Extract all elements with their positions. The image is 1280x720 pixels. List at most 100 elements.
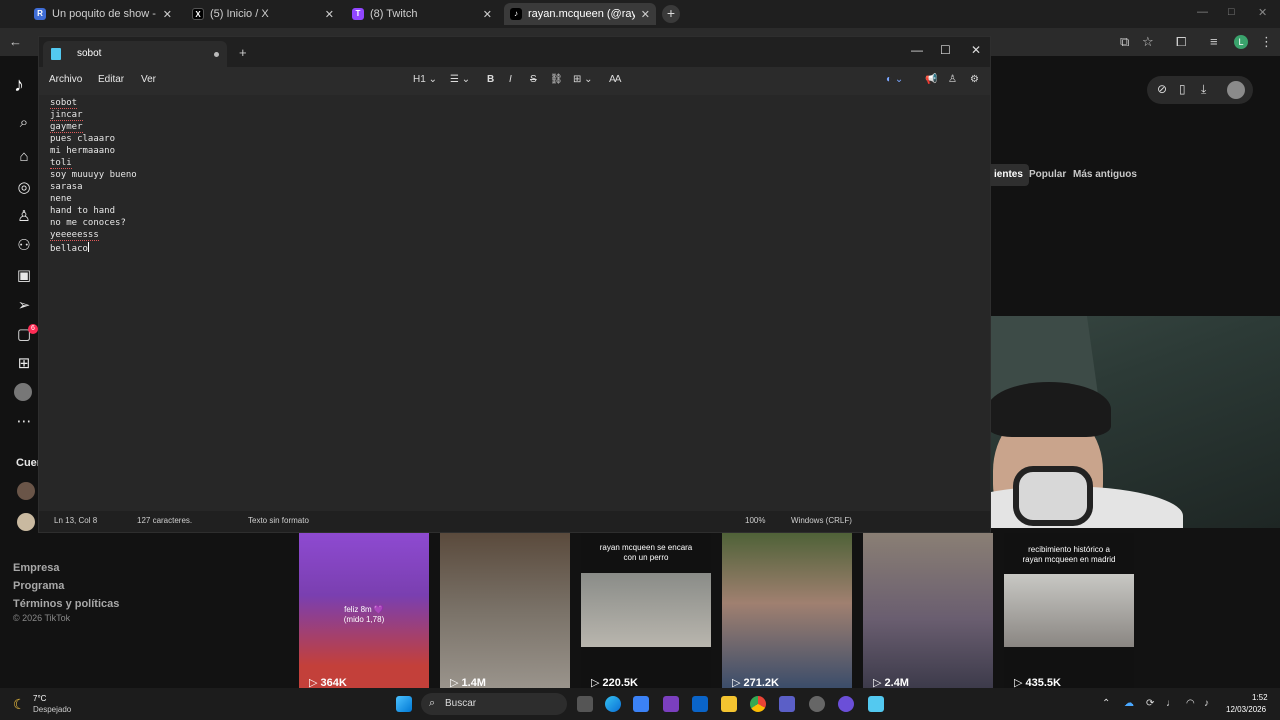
close-tab-icon[interactable]: ✕ <box>483 8 492 21</box>
user-avatar[interactable] <box>1227 81 1245 99</box>
home-icon[interactable]: ⌂ <box>14 148 34 168</box>
edge-icon[interactable] <box>605 696 621 712</box>
video-thumbnail[interactable]: feliz 8m 💜 (mido 1,78) ▷ 364K <box>299 533 429 689</box>
live-icon[interactable]: ▣ <box>14 266 34 286</box>
reading-list-icon[interactable]: ≡ <box>1210 34 1218 49</box>
footer-link-program[interactable]: Programa <box>13 580 64 592</box>
device-icon[interactable]: ▯ <box>1179 82 1186 96</box>
link-icon[interactable]: ⛓ <box>550 74 563 85</box>
notepad-tab[interactable]: sobot <box>43 41 227 67</box>
announcement-icon[interactable]: 📢 <box>925 74 937 85</box>
weather-desc[interactable]: Despejado <box>33 705 71 714</box>
upload-icon[interactable]: ⊞ <box>14 354 34 374</box>
text-format[interactable]: Texto sin formato <box>248 516 309 525</box>
menu-archivo[interactable]: Archivo <box>49 74 82 85</box>
video-thumbnail[interactable]: ▷ 2.4M <box>863 533 993 689</box>
tiktok-logo-icon[interactable]: ♪ <box>14 74 24 97</box>
settings-gear-icon[interactable]: ⚙ <box>970 74 979 85</box>
explore-icon[interactable]: ◎ <box>14 178 34 198</box>
volume-icon[interactable]: ♪ <box>1204 698 1209 709</box>
visual-studio-icon[interactable] <box>663 696 679 712</box>
video-thumbnail[interactable]: rayan mcqueen se encara con un perro ▷ 2… <box>581 533 711 689</box>
maximize-icon[interactable]: ☐ <box>940 43 951 57</box>
sort-option-popular[interactable]: Popular <box>1023 164 1072 186</box>
messages-icon[interactable]: ➢ <box>14 296 34 316</box>
maximize-icon[interactable]: □ <box>1228 6 1235 18</box>
browser-tab-twitch[interactable]: T (8) Twitch ✕ <box>346 3 498 25</box>
chrome-icon[interactable] <box>750 696 766 712</box>
footer-link-terms[interactable]: Términos y políticas <box>13 598 119 610</box>
weather-moon-icon[interactable]: ☾ <box>13 696 26 713</box>
notepad-statusbar: Ln 13, Col 8 127 caracteres. Texto sin f… <box>39 511 990 532</box>
heading-selector[interactable]: H1 ⌄ <box>413 74 437 85</box>
coins-icon[interactable]: ⊘ <box>1157 82 1167 96</box>
account-avatar[interactable] <box>17 482 35 500</box>
new-tab-button[interactable]: + <box>662 5 680 23</box>
browser-tab-restream[interactable]: R Un poquito de show - Restrean ✕ <box>28 3 178 25</box>
copilot-icon[interactable]: ◐ ⌄ <box>886 74 903 85</box>
minimize-icon[interactable]: — <box>1197 6 1208 18</box>
back-icon[interactable]: ← <box>9 34 22 49</box>
teams-icon[interactable] <box>779 696 795 712</box>
profile-avatar[interactable]: L <box>1234 35 1248 49</box>
taskbar-search[interactable]: ⌕ Buscar <box>421 693 567 715</box>
text-line: sarasa <box>50 182 83 192</box>
download-icon[interactable]: ⤓ <box>1201 82 1206 97</box>
video-thumbnail[interactable]: ▷ 1.4M <box>440 533 570 689</box>
italic-icon[interactable]: I <box>509 74 512 85</box>
close-tab-icon[interactable]: ✕ <box>325 8 334 21</box>
table-icon[interactable]: ⊞ ⌄ <box>573 74 593 85</box>
account-avatar[interactable] <box>17 513 35 531</box>
close-tab-icon[interactable]: ✕ <box>163 8 172 21</box>
app-icon[interactable] <box>809 696 825 712</box>
line-ending[interactable]: Windows (CRLF) <box>791 516 852 525</box>
outlook-icon[interactable] <box>692 696 708 712</box>
notepad-taskbar-icon[interactable] <box>868 696 884 712</box>
notepad-titlebar: sobot + — ☐ ✕ <box>39 37 990 67</box>
browser-tab-x[interactable]: X (5) Inicio / X ✕ <box>186 3 340 25</box>
file-explorer-icon[interactable] <box>721 696 737 712</box>
store-icon[interactable] <box>633 696 649 712</box>
weather-temp[interactable]: 7°C <box>33 694 46 703</box>
bold-icon[interactable]: B <box>487 74 494 85</box>
extensions-icon[interactable]: ⧠ <box>1176 34 1186 50</box>
task-view-icon[interactable] <box>577 696 593 712</box>
microphone-icon[interactable]: ♩ <box>1166 698 1176 709</box>
network-icon[interactable]: ◠ <box>1186 698 1195 709</box>
close-window-icon[interactable]: ✕ <box>1258 6 1267 19</box>
sort-option-oldest[interactable]: Más antiguos <box>1067 164 1143 186</box>
minimize-icon[interactable]: — <box>911 43 923 57</box>
notepad-new-tab-button[interactable]: + <box>239 45 247 60</box>
clear-format-icon[interactable]: Ꜳ <box>609 74 622 85</box>
friends-icon[interactable]: ⚇ <box>14 236 34 256</box>
app-icon[interactable] <box>838 696 854 712</box>
close-tab-icon[interactable]: ✕ <box>641 8 650 21</box>
tray-overflow-icon[interactable]: ⌃ <box>1102 698 1110 709</box>
x-icon: X <box>192 8 204 20</box>
bookmark-star-icon[interactable]: ☆ <box>1142 34 1154 50</box>
clock-time[interactable]: 1:52 <box>1252 693 1268 702</box>
menu-ver[interactable]: Ver <box>141 74 156 85</box>
footer-link-company[interactable]: Empresa <box>13 562 59 574</box>
menu-editar[interactable]: Editar <box>98 74 124 85</box>
video-thumbnail[interactable]: ▷ 271.2K <box>722 533 852 689</box>
account-icon[interactable]: ♙ <box>948 74 957 85</box>
onedrive-icon[interactable]: ☁ <box>1124 698 1134 709</box>
list-icon[interactable]: ☰ ⌄ <box>450 74 470 85</box>
more-icon[interactable]: ⋯ <box>14 412 34 432</box>
menu-dots-icon[interactable]: ⋮ <box>1260 34 1273 50</box>
zoom-level[interactable]: 100% <box>745 516 765 525</box>
following-icon[interactable]: ♙ <box>14 207 34 227</box>
profile-avatar-icon[interactable] <box>14 383 32 401</box>
search-icon[interactable]: ⌕ <box>14 114 34 134</box>
notepad-editor[interactable]: sobot jincar gaymer pues claaaro mi herm… <box>39 95 990 513</box>
windows-start-icon[interactable] <box>396 696 412 712</box>
video-thumbnail[interactable]: recibimiento histórico a rayan mcqueen e… <box>1004 533 1134 689</box>
close-icon[interactable]: ✕ <box>971 43 981 57</box>
clock-date[interactable]: 12/03/2026 <box>1226 705 1266 714</box>
browser-tab-tiktok[interactable]: ♪ rayan.mcqueen (@rayan.mcque ✕ <box>504 3 656 25</box>
sync-icon[interactable]: ⟳ <box>1146 698 1154 709</box>
strikethrough-icon[interactable]: S <box>530 74 537 85</box>
char-count: 127 caracteres. <box>137 516 193 525</box>
cast-icon[interactable]: ⧉ <box>1120 34 1129 50</box>
